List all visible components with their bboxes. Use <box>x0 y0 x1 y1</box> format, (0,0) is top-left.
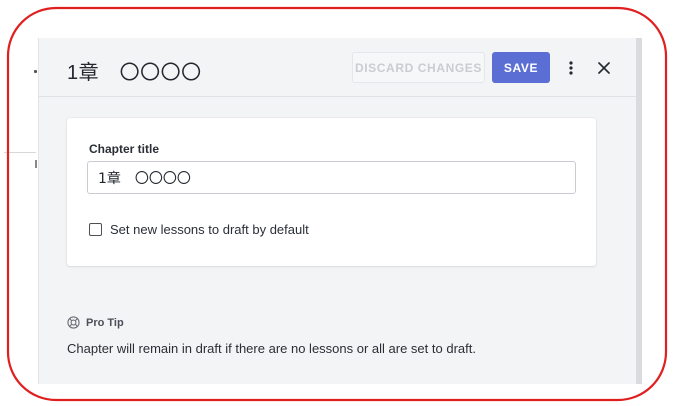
chapter-title-input[interactable] <box>87 161 576 194</box>
background-page <box>0 0 38 406</box>
panel-title: 1章 〇〇〇〇 <box>67 62 202 84</box>
lifebuoy-icon <box>67 316 80 329</box>
chapter-settings-card: Chapter title Set new lessons to draft b… <box>67 118 596 266</box>
panel-header: 1章 〇〇〇〇 DISCARD CHANGES SAVE <box>39 38 637 97</box>
panel-scrollbar[interactable] <box>636 38 642 384</box>
close-icon <box>598 62 610 74</box>
draft-by-default-checkbox[interactable] <box>89 223 102 236</box>
background-divider <box>4 152 36 153</box>
vertical-dots-icon <box>569 61 573 75</box>
chapter-title-label: Chapter title <box>89 142 160 156</box>
background-marker <box>35 160 37 168</box>
more-options-button[interactable] <box>561 55 581 81</box>
chapter-edit-panel: 1章 〇〇〇〇 DISCARD CHANGES SAVE Chapter tit… <box>38 38 637 384</box>
draft-by-default-checkbox-row[interactable]: Set new lessons to draft by default <box>89 222 309 237</box>
pro-tip-text: Chapter will remain in draft if there ar… <box>67 341 476 356</box>
background-marker <box>34 70 37 73</box>
pro-tip: Pro Tip Chapter will remain in draft if … <box>67 316 476 356</box>
discard-changes-button[interactable]: DISCARD CHANGES <box>352 52 485 83</box>
draft-by-default-label: Set new lessons to draft by default <box>110 222 309 237</box>
close-button[interactable] <box>593 55 615 81</box>
screen: 1章 〇〇〇〇 DISCARD CHANGES SAVE Chapter tit… <box>0 0 673 406</box>
pro-tip-header: Pro Tip <box>67 316 476 329</box>
save-button[interactable]: SAVE <box>492 52 550 83</box>
pro-tip-title: Pro Tip <box>86 316 124 329</box>
